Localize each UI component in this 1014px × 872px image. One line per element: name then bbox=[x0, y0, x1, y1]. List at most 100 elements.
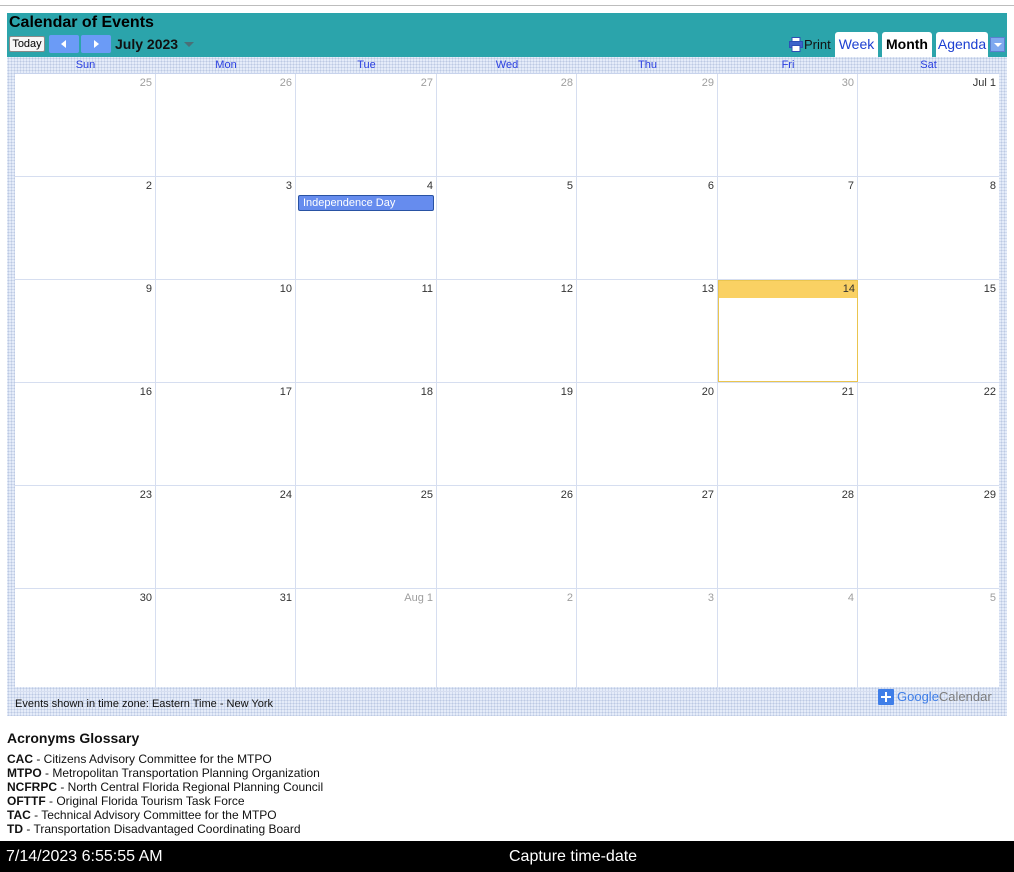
day-number[interactable]: 20 bbox=[702, 386, 714, 398]
day-number[interactable]: 19 bbox=[561, 386, 573, 398]
day-cell[interactable]: 9 bbox=[15, 280, 156, 382]
day-cell[interactable]: 28 bbox=[437, 74, 577, 176]
day-cell[interactable]: 3 bbox=[577, 589, 718, 691]
day-cell[interactable]: Aug 1 bbox=[296, 589, 437, 691]
day-cell[interactable]: 3 bbox=[156, 177, 296, 279]
day-cell[interactable]: 2 bbox=[15, 177, 156, 279]
day-number[interactable]: 28 bbox=[561, 77, 573, 89]
day-number[interactable]: 30 bbox=[140, 592, 152, 604]
previous-month-button[interactable] bbox=[49, 35, 79, 53]
day-number[interactable]: 27 bbox=[421, 77, 433, 89]
google-wordmark: Google bbox=[897, 689, 939, 704]
day-cell[interactable]: 8 bbox=[858, 177, 999, 279]
day-number[interactable]: 27 bbox=[702, 489, 714, 501]
day-cell[interactable]: 31 bbox=[156, 589, 296, 691]
day-cell[interactable]: Jul 1 bbox=[858, 74, 999, 176]
day-number[interactable]: 11 bbox=[422, 283, 433, 295]
day-number[interactable]: 26 bbox=[561, 489, 573, 501]
day-number[interactable]: 25 bbox=[421, 489, 433, 501]
day-cell[interactable]: 29 bbox=[858, 486, 999, 588]
weekday-header: Wed bbox=[495, 59, 519, 71]
day-cell[interactable]: 15 bbox=[858, 280, 999, 382]
day-cell[interactable]: 30 bbox=[718, 74, 858, 176]
day-cell[interactable]: 6 bbox=[577, 177, 718, 279]
month-picker-caret-icon[interactable] bbox=[184, 42, 194, 47]
day-cell-today[interactable]: 14 bbox=[718, 280, 858, 382]
day-cell[interactable]: 27 bbox=[577, 486, 718, 588]
capture-bar: 7/14/2023 6:55:55 AM Capture time-date bbox=[0, 841, 1014, 872]
day-cell[interactable]: 7 bbox=[718, 177, 858, 279]
day-cell[interactable]: 21 bbox=[718, 383, 858, 485]
day-cell[interactable]: 17 bbox=[156, 383, 296, 485]
day-number[interactable]: 2 bbox=[567, 592, 573, 604]
day-cell[interactable]: 26 bbox=[156, 74, 296, 176]
tab-agenda[interactable]: Agenda bbox=[936, 32, 988, 57]
day-number[interactable]: 3 bbox=[286, 180, 292, 192]
day-number[interactable]: 24 bbox=[280, 489, 292, 501]
calendar-title: Calendar of Events bbox=[9, 14, 154, 31]
tab-week[interactable]: Week bbox=[835, 32, 878, 57]
day-number[interactable]: 18 bbox=[421, 386, 433, 398]
day-cell[interactable]: 20 bbox=[577, 383, 718, 485]
day-cell[interactable]: 23 bbox=[15, 486, 156, 588]
day-cell[interactable]: 26 bbox=[437, 486, 577, 588]
day-cell[interactable]: 10 bbox=[156, 280, 296, 382]
day-cell[interactable]: 19 bbox=[437, 383, 577, 485]
day-number[interactable]: 29 bbox=[702, 77, 714, 89]
day-number[interactable]: 6 bbox=[708, 180, 714, 192]
day-number[interactable]: 2 bbox=[146, 180, 152, 192]
today-button[interactable]: Today bbox=[9, 36, 45, 52]
tab-month[interactable]: Month bbox=[882, 32, 932, 57]
day-number[interactable]: 22 bbox=[984, 386, 996, 398]
day-cell[interactable]: 22 bbox=[858, 383, 999, 485]
day-cell[interactable]: 2 bbox=[437, 589, 577, 691]
day-number[interactable]: Jul 1 bbox=[973, 77, 996, 89]
day-cell[interactable]: 24 bbox=[156, 486, 296, 588]
view-menu-button[interactable] bbox=[990, 37, 1005, 52]
day-number[interactable]: 17 bbox=[280, 386, 292, 398]
day-cell[interactable]: 16 bbox=[15, 383, 156, 485]
day-cell[interactable]: 4 bbox=[718, 589, 858, 691]
acronyms-glossary: Acronyms Glossary CAC - Citizens Advisor… bbox=[7, 730, 407, 836]
event-chip[interactable]: Independence Day bbox=[298, 195, 434, 211]
calendar-grid-area: Sun Mon Tue Wed Thu Fri Sat 25 26 27 28 29 30 Jul 12… bbox=[7, 57, 1007, 716]
day-number[interactable]: 9 bbox=[146, 283, 152, 295]
day-cell[interactable]: 5 bbox=[437, 177, 577, 279]
day-cell[interactable]: 11 bbox=[296, 280, 437, 382]
day-number[interactable]: 23 bbox=[140, 489, 152, 501]
day-number[interactable]: 25 bbox=[140, 77, 152, 89]
day-number[interactable]: 4 bbox=[427, 180, 433, 192]
day-cell[interactable]: 4 Independence Day bbox=[296, 177, 437, 279]
day-number[interactable]: 10 bbox=[280, 283, 292, 295]
day-cell[interactable]: 27 bbox=[296, 74, 437, 176]
day-number[interactable]: 16 bbox=[140, 386, 152, 398]
day-number[interactable]: 21 bbox=[842, 386, 854, 398]
day-number[interactable]: 5 bbox=[990, 592, 996, 604]
day-cell[interactable]: 29 bbox=[577, 74, 718, 176]
day-number[interactable]: Aug 1 bbox=[404, 592, 433, 604]
day-cell[interactable]: 25 bbox=[296, 486, 437, 588]
day-cell[interactable]: 12 bbox=[437, 280, 577, 382]
day-number[interactable]: 14 bbox=[843, 283, 855, 295]
day-number[interactable]: 5 bbox=[567, 180, 573, 192]
day-number[interactable]: 4 bbox=[848, 592, 854, 604]
day-cell[interactable]: 5 bbox=[858, 589, 999, 691]
next-month-button[interactable] bbox=[81, 35, 111, 53]
day-cell[interactable]: 18 bbox=[296, 383, 437, 485]
day-number[interactable]: 15 bbox=[984, 283, 996, 295]
day-cell[interactable]: 25 bbox=[15, 74, 156, 176]
plus-icon bbox=[878, 689, 894, 705]
day-number[interactable]: 31 bbox=[280, 592, 292, 604]
day-number[interactable]: 30 bbox=[842, 77, 854, 89]
day-number[interactable]: 7 bbox=[848, 180, 854, 192]
day-number[interactable]: 12 bbox=[561, 283, 573, 295]
day-number[interactable]: 3 bbox=[708, 592, 714, 604]
day-cell[interactable]: 30 bbox=[15, 589, 156, 691]
day-number[interactable]: 29 bbox=[984, 489, 996, 501]
day-cell[interactable]: 28 bbox=[718, 486, 858, 588]
day-number[interactable]: 26 bbox=[280, 77, 292, 89]
day-number[interactable]: 8 bbox=[990, 180, 996, 192]
day-number[interactable]: 28 bbox=[842, 489, 854, 501]
day-cell[interactable]: 13 bbox=[577, 280, 718, 382]
day-number[interactable]: 13 bbox=[702, 283, 714, 295]
